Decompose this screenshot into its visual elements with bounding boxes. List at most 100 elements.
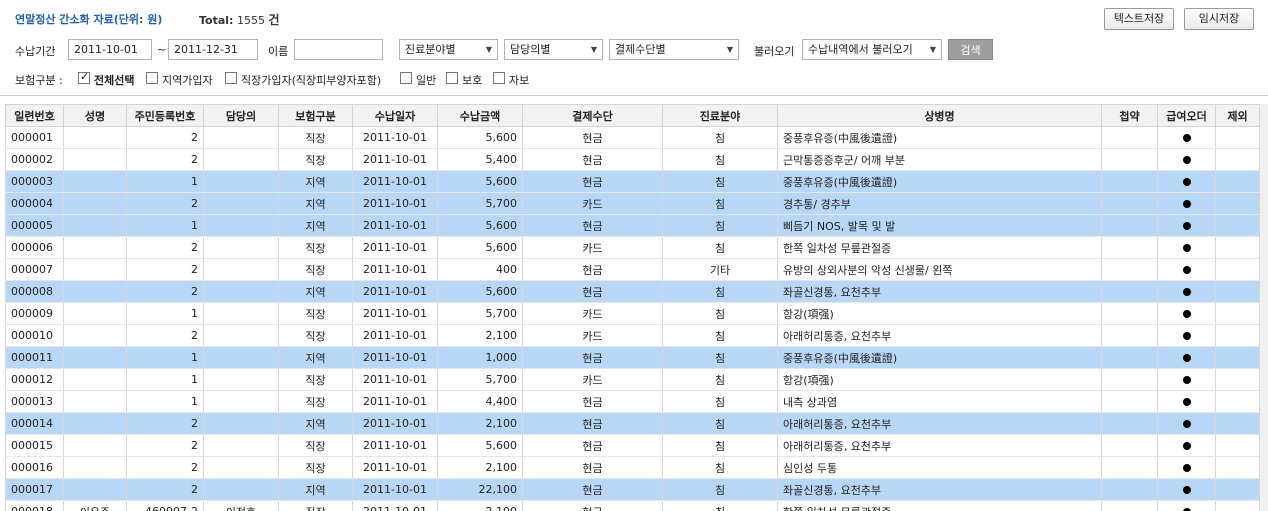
date-to-input[interactable]: 2011-12-31 [168, 39, 258, 60]
cell-insurance: 지역 [278, 478, 353, 501]
cell-amount: 5,600 [437, 236, 523, 259]
cell-serial-no: 000018 [5, 500, 64, 511]
cell-exclude [1215, 302, 1260, 325]
checkbox-regional[interactable] [146, 72, 158, 84]
column-header[interactable]: 수납금액 [437, 104, 523, 127]
total-count: Total: 1555 건 [199, 11, 280, 28]
checkbox-protection[interactable] [446, 72, 458, 84]
column-header[interactable]: 일련번호 [5, 104, 64, 127]
cell-herbal [1101, 258, 1158, 281]
cell-payment: 카드 [522, 368, 663, 391]
cell-amount: 5,600 [437, 280, 523, 303]
cell-name [63, 478, 127, 501]
cell-payment: 현금 [522, 500, 663, 511]
cell-herbal [1101, 126, 1158, 149]
cell-rrn: 2 [126, 478, 204, 501]
table-row[interactable]: 000016 2 직장 2011-10-01 2,100 현금 침 심인성 두통 [5, 456, 1260, 479]
column-header[interactable]: 담당의 [203, 104, 279, 127]
table-row[interactable]: 000013 1 직장 2011-10-01 4,400 현금 침 내측 상과염 [5, 390, 1260, 413]
table-row[interactable]: 000017 2 지역 2011-10-01 22,100 현금 침 좌골신경통, 요천추부 [5, 478, 1260, 501]
checkbox-workplace[interactable] [225, 72, 237, 84]
cell-order [1157, 192, 1216, 215]
payment-select[interactable]: 결제수단별 ▼ [609, 39, 739, 60]
column-header[interactable]: 제외 [1215, 104, 1260, 127]
cell-payment: 현금 [522, 346, 663, 369]
cell-herbal [1101, 434, 1158, 457]
cell-name [63, 324, 127, 347]
table-row[interactable]: 000007 2 직장 2011-10-01 400 현금 기타 유방의 상외사분의 악성 신… [5, 258, 1260, 281]
cell-exclude [1215, 170, 1260, 193]
cell-insurance: 직장 [278, 258, 353, 281]
cell-doctor [203, 478, 279, 501]
table-row[interactable]: 000012 1 직장 2011-10-01 5,700 카드 침 항강(項强) [5, 368, 1260, 391]
table-row[interactable]: 000015 2 직장 2011-10-01 5,600 현금 침 아래허리통증, 요천추부 [5, 434, 1260, 457]
chevron-down-icon: ▼ [929, 45, 936, 54]
cell-name [63, 148, 127, 171]
name-input[interactable] [294, 39, 383, 60]
cell-exclude [1215, 236, 1260, 259]
table-row[interactable]: 000009 1 직장 2011-10-01 5,700 카드 침 항강(項强) [5, 302, 1260, 325]
table-row[interactable]: 000001 2 직장 2011-10-01 5,600 현금 침 중풍후유증(中風後遺證) [5, 126, 1260, 149]
column-header[interactable]: 주민등록번호 [126, 104, 204, 127]
cell-exclude [1215, 192, 1260, 215]
cell-amount: 5,600 [437, 126, 523, 149]
cell-doctor [203, 324, 279, 347]
table-row[interactable]: 000005 1 지역 2011-10-01 5,600 현금 침 삐듬기 NOS, 발목 및… [5, 214, 1260, 237]
cell-herbal [1101, 280, 1158, 303]
cell-amount: 2,100 [437, 412, 523, 435]
table-row[interactable]: 000014 2 지역 2011-10-01 2,100 현금 침 아래허리통증, 요천추부 [5, 412, 1260, 435]
cell-insurance: 지역 [278, 412, 353, 435]
cell-order [1157, 236, 1216, 259]
cell-diagnosis: 항강(項强) [777, 302, 1102, 325]
doctor-select[interactable]: 담당의별 ▼ [504, 39, 603, 60]
department-select[interactable]: 진료분야별 ▼ [399, 39, 498, 60]
cell-department: 침 [662, 324, 778, 347]
column-header[interactable]: 결제수단 [522, 104, 663, 127]
table-row[interactable]: 000008 2 지역 2011-10-01 5,600 현금 침 좌골신경통, 요천추부 [5, 280, 1260, 303]
table-row[interactable]: 000018이유주460907-2이정호직장2011-10-012,100현금침… [5, 500, 1260, 511]
table-row[interactable]: 000002 2 직장 2011-10-01 5,400 현금 침 근막통증증후군/ 어깨 부… [5, 148, 1260, 171]
cell-date: 2011-10-01 [352, 412, 438, 435]
search-button[interactable]: 검색 [948, 39, 993, 60]
cell-insurance: 지역 [278, 280, 353, 303]
cell-department: 침 [662, 192, 778, 215]
checkbox-select-all[interactable] [78, 70, 90, 84]
table-row[interactable]: 000003 1 지역 2011-10-01 5,600 현금 침 중풍후유증(中風後遺證) [5, 170, 1260, 193]
table-row[interactable]: 000004 2 지역 2011-10-01 5,700 카드 침 경추통/ 경추부 [5, 192, 1260, 215]
cell-order [1157, 148, 1216, 171]
cell-rrn: 1 [126, 170, 204, 193]
order-dot-icon [1182, 486, 1191, 494]
checkbox-auto-insurance[interactable] [493, 72, 505, 84]
order-dot-icon [1182, 134, 1191, 142]
column-header[interactable]: 수납일자 [352, 104, 438, 127]
column-header[interactable]: 진료분야 [662, 104, 778, 127]
column-header[interactable]: 급여오더 [1157, 104, 1216, 127]
column-header[interactable]: 첩약 [1101, 104, 1158, 127]
table-row[interactable]: 000010 2 직장 2011-10-01 2,100 카드 침 아래허리통증, 요천추부 [5, 324, 1260, 347]
cell-exclude [1215, 390, 1260, 413]
column-header[interactable]: 상병명 [777, 104, 1102, 127]
cell-department: 침 [662, 236, 778, 259]
cell-insurance: 직장 [278, 390, 353, 413]
temp-save-button[interactable]: 임시저장 [1184, 8, 1254, 30]
cell-name [63, 236, 127, 259]
cell-payment: 현금 [522, 214, 663, 237]
cell-rrn: 2 [126, 324, 204, 347]
cell-diagnosis: 중풍후유증(中風後遺證) [777, 346, 1102, 369]
cell-herbal [1101, 214, 1158, 237]
cell-order [1157, 500, 1216, 511]
order-dot-icon [1182, 244, 1191, 252]
cell-diagnosis: 경추통/ 경추부 [777, 192, 1102, 215]
checkbox-general[interactable] [400, 72, 412, 84]
text-save-button[interactable]: 텍스트저장 [1104, 8, 1174, 30]
table-row[interactable]: 000006 2 직장 2011-10-01 5,600 카드 침 한쪽 일차성 무릎관절증 [5, 236, 1260, 259]
cell-doctor [203, 434, 279, 457]
load-select[interactable]: 수납내역에서 불러오기 ▼ [802, 39, 942, 60]
date-from-input[interactable]: 2011-10-01 [68, 39, 152, 60]
column-header[interactable]: 성명 [63, 104, 127, 127]
vertical-scrollbar[interactable] [1259, 104, 1268, 511]
cell-exclude [1215, 346, 1260, 369]
order-dot-icon [1182, 398, 1191, 406]
table-row[interactable]: 000011 1 지역 2011-10-01 1,000 현금 침 중풍후유증(中風後遺證) [5, 346, 1260, 369]
column-header[interactable]: 보험구분 [278, 104, 353, 127]
